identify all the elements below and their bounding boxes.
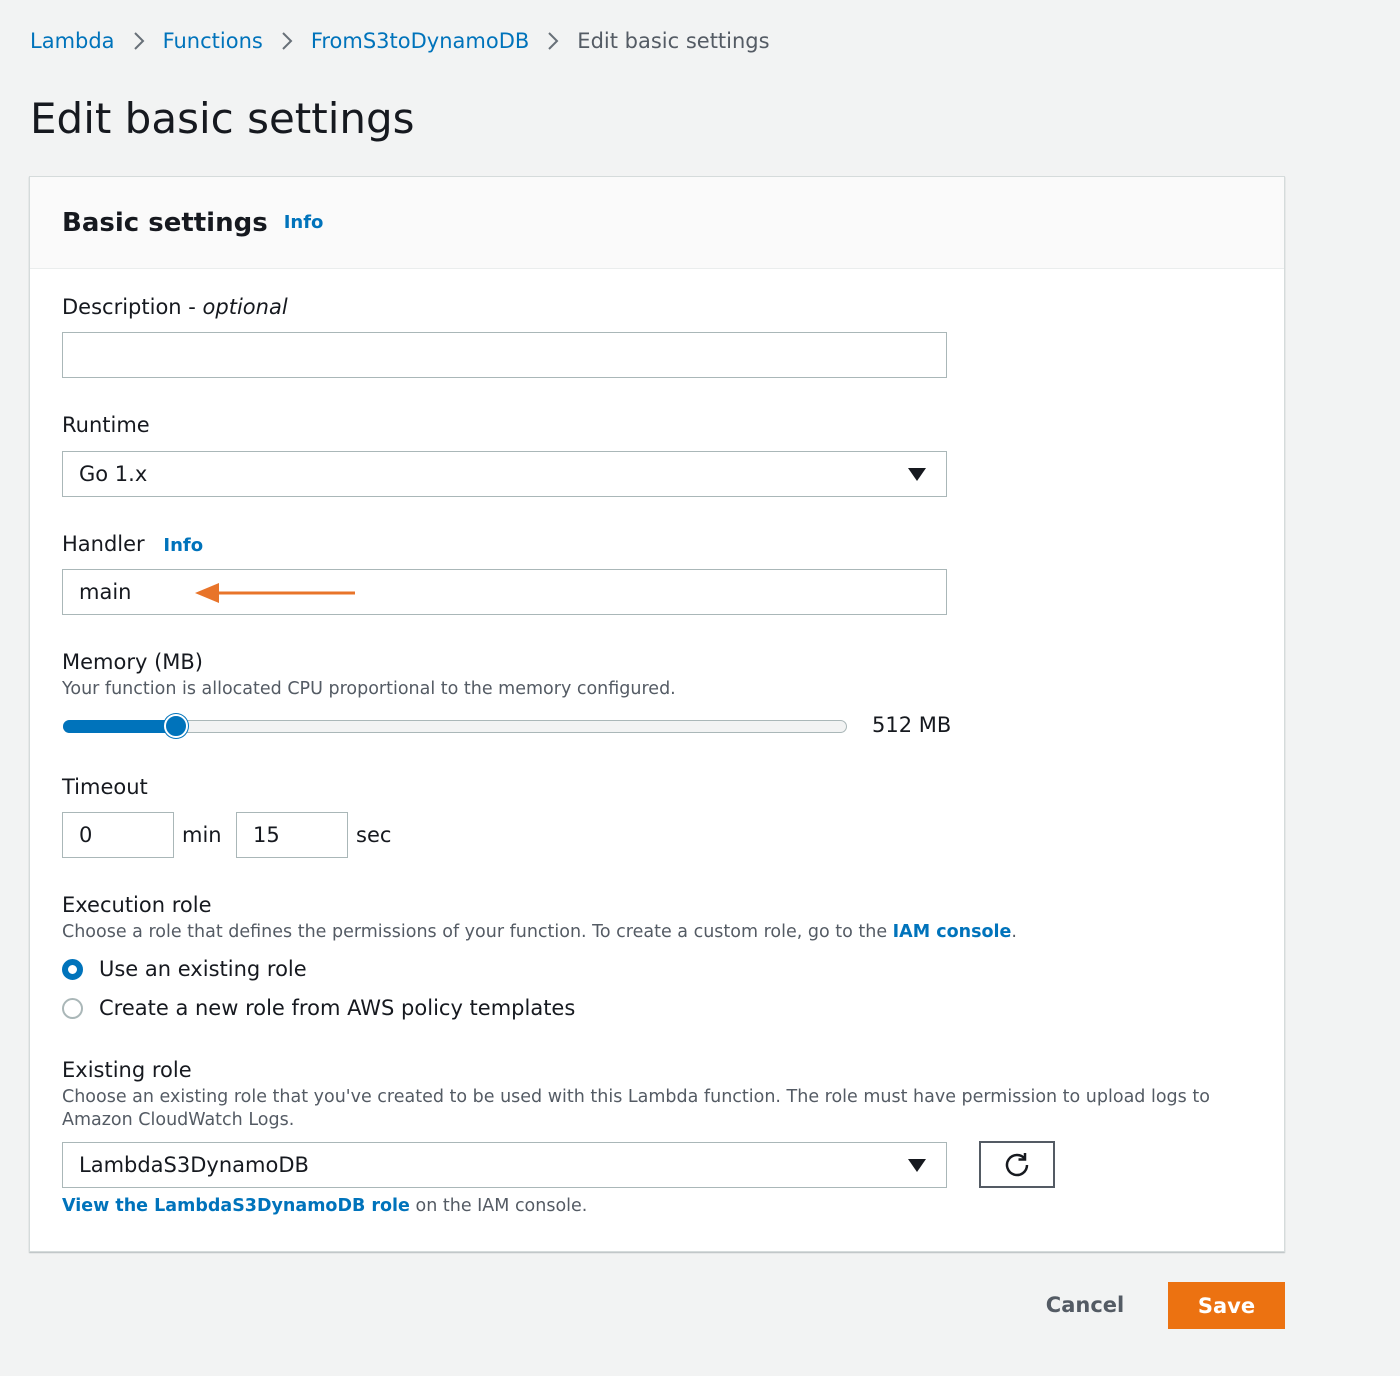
save-button[interactable]: Save [1168, 1282, 1285, 1329]
radio-unchecked-icon[interactable] [62, 997, 83, 1019]
view-role-text: View the LambdaS3DynamoDB role on the IA… [62, 1196, 587, 1216]
memory-description: Your function is allocated CPU proportio… [62, 679, 676, 699]
dropdown-caret-icon [908, 468, 926, 481]
timeout-seconds-input[interactable]: 15 [236, 812, 348, 858]
basic-settings-info-link[interactable]: Info [284, 212, 324, 233]
refresh-roles-button[interactable] [979, 1141, 1055, 1188]
existing-role-select[interactable]: LambdaS3DynamoDB [62, 1142, 947, 1188]
memory-slider-fill [63, 720, 177, 733]
description-input[interactable] [62, 332, 947, 378]
description-label-text: Description [62, 295, 182, 319]
page: Lambda Functions FromS3toDynamoDB Edit b… [0, 0, 1400, 1376]
existing-role-selected-value: LambdaS3DynamoDB [79, 1153, 309, 1177]
memory-slider-handle[interactable] [164, 714, 188, 738]
runtime-select[interactable]: Go 1.x [62, 451, 947, 497]
breadcrumb-current: Edit basic settings [577, 28, 770, 53]
cancel-button[interactable]: Cancel [1040, 1282, 1130, 1328]
chevron-right-icon [115, 28, 163, 53]
execution-role-description: Choose a role that defines the permissio… [62, 922, 1017, 942]
execution-role-description-end: . [1011, 922, 1017, 942]
existing-role-description: Choose an existing role that you've crea… [62, 1087, 1210, 1130]
runtime-label: Runtime [62, 413, 150, 437]
execution-role-label: Execution role [62, 893, 212, 917]
panel-header: Basic settings Info [30, 177, 1284, 269]
handler-label-text: Handler [62, 532, 145, 556]
chevron-right-icon [529, 28, 577, 53]
memory-label: Memory (MB) [62, 650, 203, 674]
refresh-icon [1005, 1152, 1029, 1176]
chevron-right-icon [263, 28, 311, 53]
existing-role-label: Existing role [62, 1058, 192, 1082]
breadcrumb: Lambda Functions FromS3toDynamoDB Edit b… [30, 28, 770, 53]
execution-role-description-text: Choose a role that defines the permissio… [62, 922, 893, 942]
runtime-selected-value: Go 1.x [79, 462, 148, 486]
breadcrumb-functions[interactable]: Functions [163, 29, 263, 53]
description-optional: optional [202, 295, 288, 319]
view-role-suffix: on the IAM console. [409, 1196, 588, 1216]
timeout-seconds-unit: sec [356, 823, 392, 847]
timeout-minutes-input[interactable]: 0 [62, 812, 174, 858]
radio-checked-icon[interactable] [62, 958, 83, 980]
basic-settings-panel: Basic settings Info Description - option… [29, 176, 1285, 1252]
timeout-label: Timeout [62, 775, 148, 799]
timeout-minutes-value: 0 [79, 823, 93, 847]
memory-value: 512 MB [872, 713, 952, 737]
radio-label-new-role: Create a new role from AWS policy templa… [99, 996, 576, 1020]
breadcrumb-lambda[interactable]: Lambda [30, 29, 115, 53]
handler-label: Handler Info [62, 532, 203, 556]
page-title: Edit basic settings [30, 94, 415, 143]
handler-info-link[interactable]: Info [163, 535, 203, 556]
radio-create-new-role[interactable]: Create a new role from AWS policy templa… [62, 996, 575, 1020]
radio-label-existing-role: Use an existing role [99, 957, 307, 981]
handler-input-value: main [79, 580, 132, 604]
description-label: Description - optional [62, 295, 288, 319]
breadcrumb-function-name[interactable]: FromS3toDynamoDB [311, 29, 529, 53]
panel-title: Basic settings [62, 207, 268, 238]
timeout-minutes-unit: min [182, 823, 222, 847]
dropdown-caret-icon [908, 1159, 926, 1172]
view-role-link[interactable]: View the LambdaS3DynamoDB role [62, 1196, 410, 1216]
timeout-seconds-value: 15 [253, 823, 280, 847]
iam-console-link[interactable]: IAM console [893, 922, 1012, 942]
radio-use-existing-role[interactable]: Use an existing role [62, 957, 307, 981]
arrow-left-icon [195, 583, 355, 603]
